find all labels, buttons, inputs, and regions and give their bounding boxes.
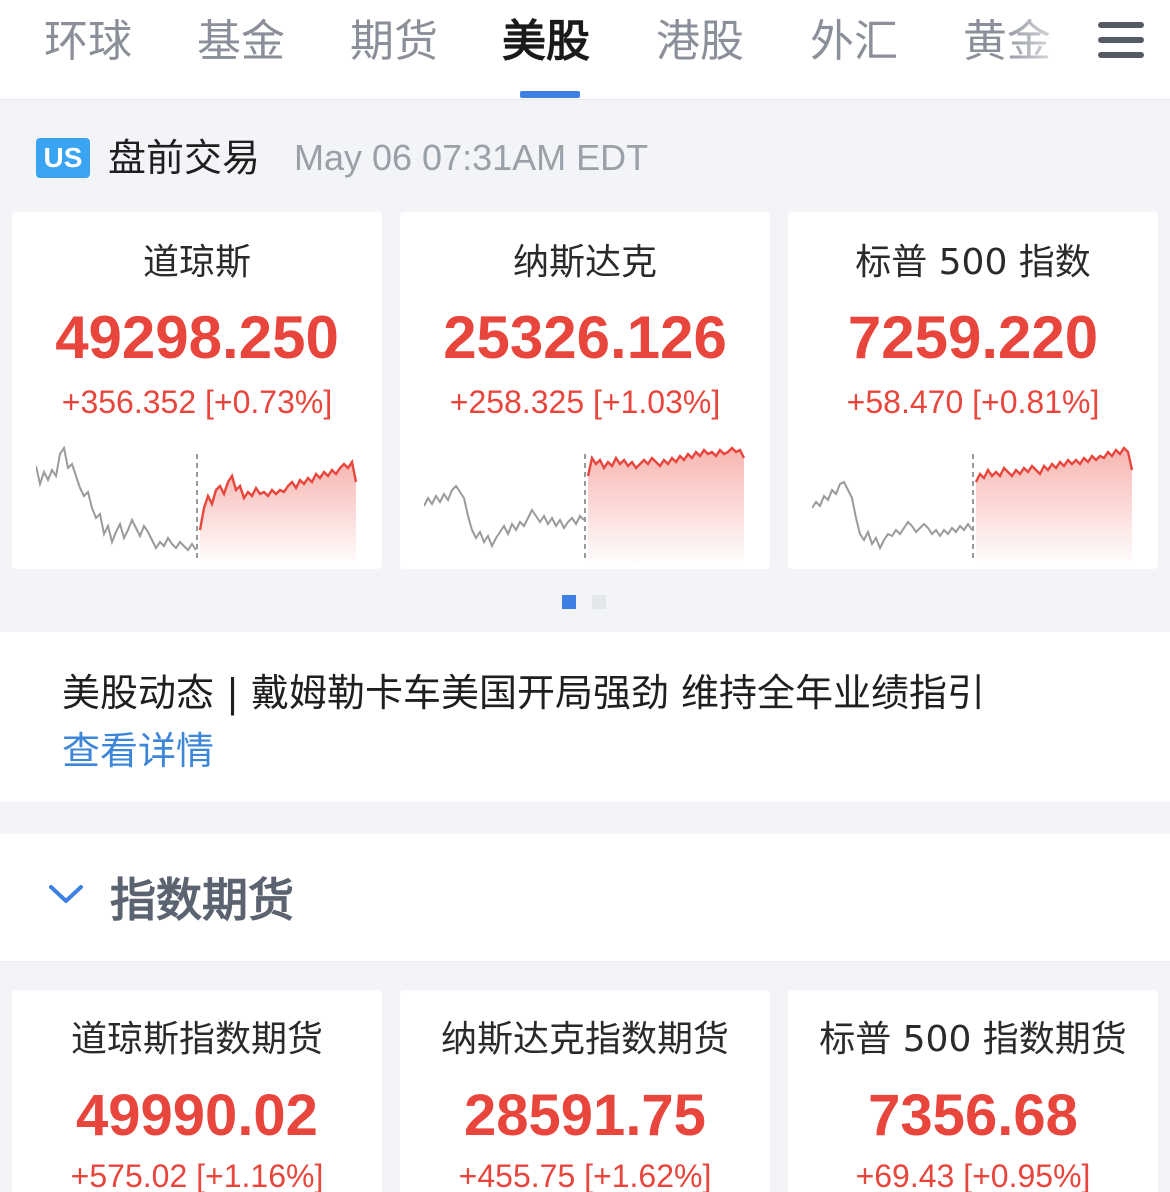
futures-card-nasdaq[interactable]: 纳斯达克指数期货 28591.75 +455.75 [+1.62%] xyxy=(400,990,770,1192)
index-price: 25326.126 xyxy=(443,304,727,371)
tab-global[interactable]: 环球 xyxy=(44,12,132,72)
index-card-sp500[interactable]: 标普 500 指数 7259.220 +58.470 [+0.81%] xyxy=(788,212,1158,569)
session-timestamp: May 06 07:31AM EDT xyxy=(294,137,649,178)
tab-futures[interactable]: 期货 xyxy=(350,12,438,72)
futures-price: 28591.75 xyxy=(464,1083,706,1148)
futures-name: 纳斯达克指数期货 xyxy=(440,1019,729,1060)
futures-price: 49990.02 xyxy=(76,1083,318,1148)
market-news-banner[interactable]: 美股动态 | 戴姆勒卡车美国开局强劲 维持全年业绩指引 查看详情 xyxy=(0,632,1170,802)
tab-hk-stocks[interactable]: 港股 xyxy=(656,12,744,72)
section-title: 指数期货 xyxy=(110,873,294,927)
index-name: 纳斯达克 xyxy=(512,242,657,283)
chevron-down-icon[interactable] xyxy=(48,882,84,906)
index-card-dow[interactable]: 道琼斯 49298.250 +356.352 [+0.73%] xyxy=(12,212,382,569)
tab-forex[interactable]: 外汇 xyxy=(810,12,898,72)
index-sparkline xyxy=(36,446,358,562)
index-change: +356.352 [+0.73%] xyxy=(61,384,333,420)
index-name: 道琼斯 xyxy=(142,242,251,283)
index-price: 49298.250 xyxy=(55,304,339,371)
pager-dot-inactive[interactable] xyxy=(592,595,606,609)
futures-name: 标普 500 指数期货 xyxy=(819,1019,1127,1060)
hamburger-menu-icon[interactable] xyxy=(1098,22,1144,58)
index-card-nasdaq[interactable]: 纳斯达克 25326.126 +258.325 [+1.03%] xyxy=(400,212,770,569)
futures-change: +455.75 [+1.62%] xyxy=(458,1158,712,1192)
index-sparkline xyxy=(812,446,1134,562)
index-change: +58.470 [+0.81%] xyxy=(846,384,1100,420)
active-tab-indicator xyxy=(520,91,580,98)
us-market-badge: US xyxy=(36,138,90,178)
index-change: +258.325 [+1.03%] xyxy=(449,384,721,420)
futures-card-dow[interactable]: 道琼斯指数期货 49990.02 +575.02 [+1.16%] xyxy=(12,990,382,1192)
index-sparkline xyxy=(424,446,746,562)
futures-change: +69.43 [+0.95%] xyxy=(855,1158,1091,1192)
index-price: 7259.220 xyxy=(847,304,1099,371)
news-headline: 美股动态 | 戴姆勒卡车美国开局强劲 维持全年业绩指引 xyxy=(62,671,986,715)
pager-dot-active[interactable] xyxy=(562,595,576,609)
futures-change: +575.02 [+1.16%] xyxy=(70,1158,324,1192)
session-header: US 盘前交易 May 06 07:31AM EDT xyxy=(0,110,1170,205)
futures-section-header[interactable]: 指数期货 xyxy=(0,834,1170,962)
futures-name: 道琼斯指数期货 xyxy=(70,1019,323,1060)
index-name: 标普 500 指数 xyxy=(855,242,1091,283)
market-tab-bar: 环球 基金 期货 美股 港股 外汇 黄金 xyxy=(0,0,1170,100)
tab-us-stocks[interactable]: 美股 xyxy=(502,12,590,72)
view-details-link[interactable]: 查看详情 xyxy=(62,724,214,778)
session-title: 盘前交易 xyxy=(108,136,261,180)
tab-gold[interactable]: 黄金 xyxy=(963,12,1051,72)
carousel-pager xyxy=(562,595,612,611)
futures-card-sp500[interactable]: 标普 500 指数期货 7356.68 +69.43 [+0.95%] xyxy=(788,990,1158,1192)
tab-funds[interactable]: 基金 xyxy=(197,12,285,72)
futures-price: 7356.68 xyxy=(868,1083,1078,1148)
